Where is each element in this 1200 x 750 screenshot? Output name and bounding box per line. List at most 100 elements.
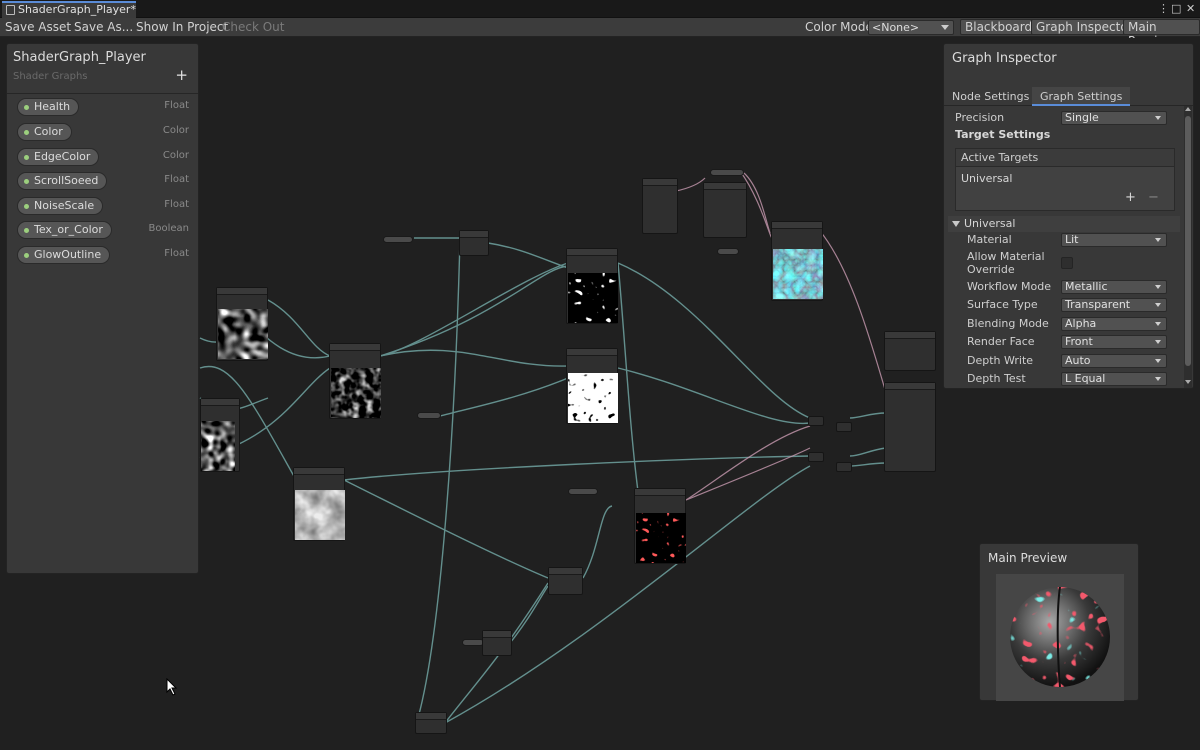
active-targets-header: Active Targets bbox=[956, 149, 1174, 167]
maximize-icon[interactable]: □ bbox=[1171, 2, 1181, 15]
blackboard-property-glowoutline[interactable]: GlowOutline Float bbox=[17, 246, 189, 265]
fragment-stack[interactable] bbox=[884, 382, 936, 472]
save-as-button[interactable]: Save As... bbox=[70, 18, 137, 36]
vertex-stack[interactable] bbox=[884, 331, 936, 371]
main-preview-toggle-button[interactable]: Main Preview bbox=[1123, 19, 1200, 48]
gradient-noise-node[interactable] bbox=[216, 287, 268, 361]
allow-material-override-label: Allow Material Override bbox=[967, 250, 1045, 276]
property-name: ScrollSoeed bbox=[34, 174, 99, 187]
blackboard-toggle-button[interactable]: Blackboard bbox=[960, 19, 1038, 35]
add-target-button[interactable]: + bbox=[1125, 190, 1136, 205]
main-preview-title: Main Preview bbox=[988, 551, 1068, 565]
property-pill[interactable]: Color bbox=[17, 123, 72, 141]
precision-dropdown[interactable]: Single bbox=[1061, 111, 1167, 125]
blackboard-property-color[interactable]: Color Color bbox=[17, 123, 189, 142]
main-preview-panel: Main Preview bbox=[979, 543, 1139, 701]
universal-section-header[interactable]: Universal bbox=[948, 216, 1180, 232]
remove-target-button[interactable]: − bbox=[1148, 190, 1159, 205]
property-type: Color bbox=[162, 150, 189, 161]
redirect-node-1[interactable] bbox=[808, 416, 824, 426]
blending-mode-dropdown[interactable]: Alpha bbox=[1061, 317, 1167, 331]
property-pill[interactable]: Tex_or_Color bbox=[17, 221, 112, 239]
workflow-mode-dropdown[interactable]: Metallic bbox=[1061, 280, 1167, 294]
property-pill[interactable]: NoiseScale bbox=[17, 197, 104, 215]
property-node-color[interactable] bbox=[717, 248, 739, 255]
noise-node-left[interactable] bbox=[200, 398, 240, 472]
property-dot-icon bbox=[24, 228, 29, 233]
blackboard-property-scrollspeed[interactable]: ScrollSoeed Float bbox=[17, 172, 189, 191]
inspector-title: Graph Inspector bbox=[952, 51, 1057, 66]
add-node-bottom[interactable] bbox=[482, 630, 512, 656]
graph-inspector-toggle-button[interactable]: Graph Inspector bbox=[1031, 19, 1138, 35]
blackboard-property-edgecolor[interactable]: EdgeColor Color bbox=[17, 148, 189, 167]
more-options-icon[interactable]: ⋮ bbox=[1158, 2, 1169, 15]
property-node-tex-or-color[interactable] bbox=[710, 169, 744, 176]
multiply-node[interactable] bbox=[634, 488, 686, 564]
chevron-down-icon bbox=[1155, 285, 1161, 289]
property-node-noisescale[interactable] bbox=[417, 412, 441, 419]
preview-sphere bbox=[1010, 587, 1110, 687]
property-pill[interactable]: EdgeColor bbox=[17, 148, 100, 166]
property-node-scrollspeed[interactable] bbox=[383, 236, 413, 243]
depth-write-value: Auto bbox=[1065, 354, 1091, 367]
sample-texture-2d-node[interactable] bbox=[703, 182, 747, 238]
graph-inspector-panel: Graph Inspector Node Settings Graph Sett… bbox=[943, 43, 1194, 389]
property-dot-icon bbox=[24, 253, 29, 258]
gradient-noise-preview bbox=[218, 309, 268, 359]
color-mode-dropdown[interactable]: <None> bbox=[868, 20, 954, 35]
property-dot-icon bbox=[24, 155, 29, 160]
check-out-button[interactable]: Check Out bbox=[218, 18, 288, 36]
depth-test-dropdown[interactable]: L Equal bbox=[1061, 372, 1167, 386]
property-dot-icon bbox=[24, 179, 29, 184]
step-top-preview bbox=[568, 273, 618, 323]
property-pill[interactable]: Health bbox=[17, 98, 80, 116]
depth-write-dropdown[interactable]: Auto bbox=[1061, 354, 1167, 368]
redirect-node-4[interactable] bbox=[836, 462, 852, 472]
step-node-small[interactable] bbox=[548, 567, 583, 595]
step-node-top[interactable] bbox=[566, 248, 618, 324]
target-settings-label: Target Settings bbox=[955, 128, 1051, 141]
simple-noise-node[interactable] bbox=[293, 467, 345, 541]
noise-left-preview bbox=[201, 421, 235, 471]
blackboard-property-tex-or-color[interactable]: Tex_or_Color Boolean bbox=[17, 221, 189, 240]
add-node[interactable] bbox=[459, 230, 489, 256]
plus-icon[interactable]: + bbox=[175, 66, 188, 84]
preview-viewport[interactable] bbox=[996, 574, 1124, 701]
blending-mode-label: Blending Mode bbox=[967, 317, 1049, 330]
save-asset-button[interactable]: Save Asset bbox=[1, 18, 75, 36]
surface-type-value: Transparent bbox=[1065, 298, 1131, 311]
remap-node[interactable] bbox=[329, 343, 381, 419]
scroll-down-icon[interactable] bbox=[1185, 380, 1191, 384]
inspector-scrollbar[interactable] bbox=[1184, 106, 1192, 388]
property-pill[interactable]: GlowOutline bbox=[17, 246, 111, 264]
property-node-glowoutline[interactable] bbox=[462, 639, 484, 646]
texture-2d-asset-node[interactable] bbox=[642, 178, 678, 234]
scroll-up-icon[interactable] bbox=[1185, 107, 1191, 111]
target-item-universal[interactable]: Universal bbox=[961, 172, 1012, 185]
property-name: NoiseScale bbox=[34, 199, 95, 212]
property-node-edgecolor[interactable] bbox=[568, 488, 598, 495]
time-node[interactable] bbox=[415, 712, 447, 734]
allow-material-override-checkbox[interactable] bbox=[1061, 257, 1073, 269]
scrollbar-thumb[interactable] bbox=[1185, 116, 1191, 366]
blackboard-property-health[interactable]: Health Float bbox=[17, 98, 189, 117]
remap-preview bbox=[331, 368, 381, 418]
redirect-node-3[interactable] bbox=[808, 452, 824, 462]
branch-node[interactable] bbox=[771, 221, 823, 301]
tab-node-settings[interactable]: Node Settings bbox=[944, 87, 1037, 106]
shadergraph-icon bbox=[6, 5, 15, 15]
blackboard-property-noisescale[interactable]: NoiseScale Float bbox=[17, 197, 189, 216]
tab-graph-settings[interactable]: Graph Settings bbox=[1032, 87, 1131, 106]
simple-noise-preview bbox=[295, 490, 345, 540]
property-dot-icon bbox=[24, 105, 29, 110]
material-value: Lit bbox=[1065, 233, 1079, 246]
property-pill[interactable]: ScrollSoeed bbox=[17, 172, 108, 190]
step-node-bottom[interactable] bbox=[566, 348, 618, 424]
render-face-dropdown[interactable]: Front bbox=[1061, 335, 1167, 349]
property-name: GlowOutline bbox=[34, 248, 102, 261]
redirect-node-2[interactable] bbox=[836, 422, 852, 432]
surface-type-dropdown[interactable]: Transparent bbox=[1061, 298, 1167, 312]
close-icon[interactable]: ✕ bbox=[1186, 2, 1195, 15]
material-dropdown[interactable]: Lit bbox=[1061, 233, 1167, 247]
window-tab[interactable]: ShaderGraph_Player* bbox=[2, 1, 136, 18]
